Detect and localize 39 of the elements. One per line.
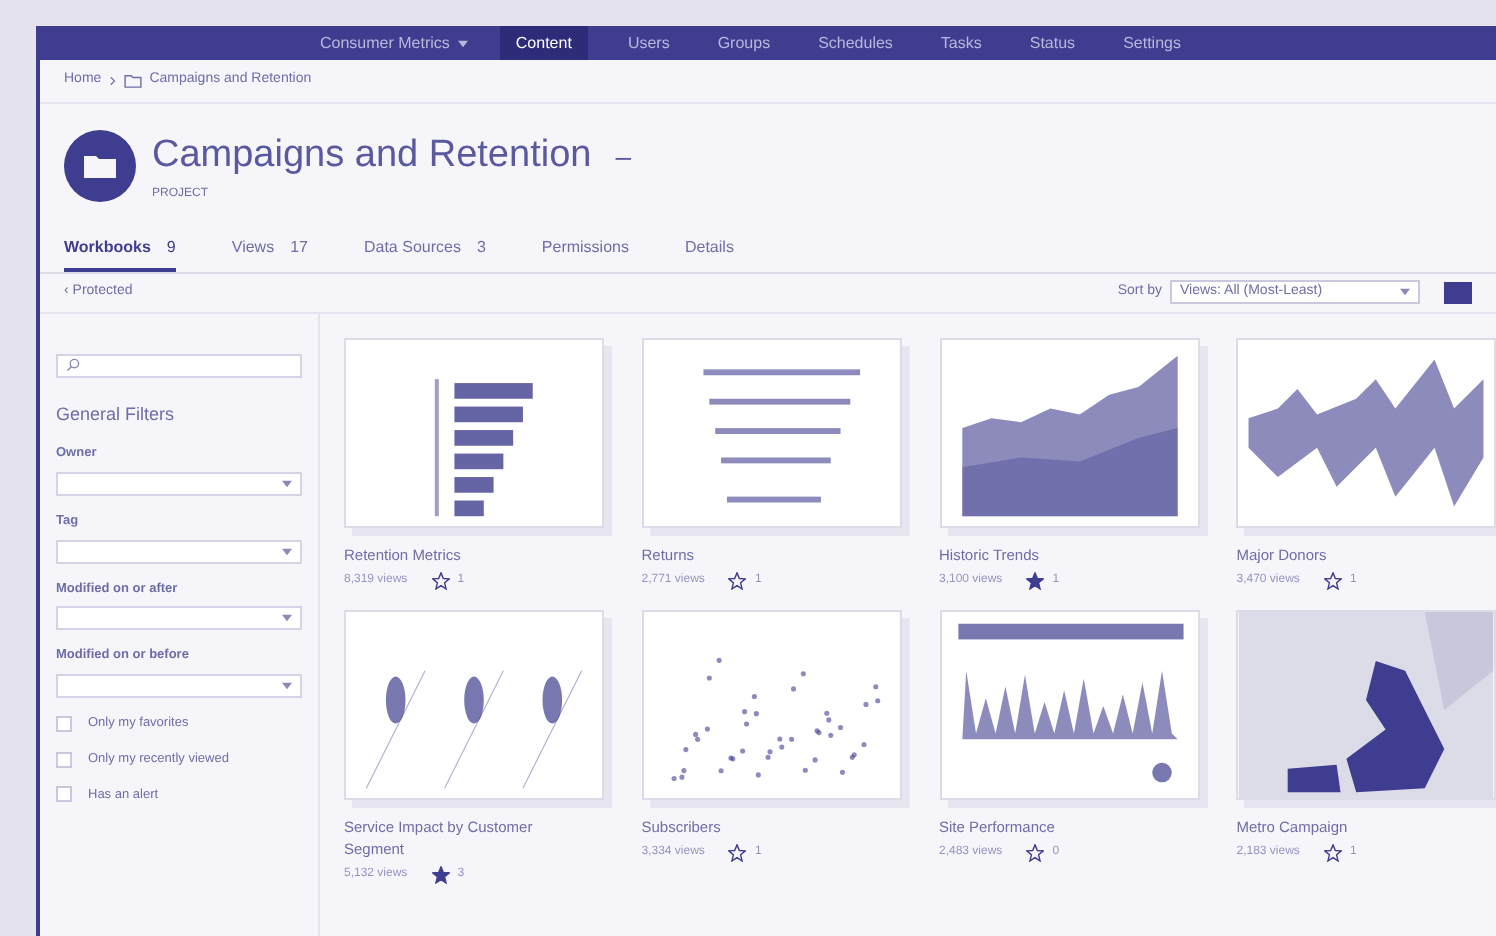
caret-icon — [1400, 288, 1410, 296]
tab[interactable]: Views 17 — [231, 235, 308, 271]
folder-icon — [84, 153, 116, 178]
tab[interactable]: Workbooks 9 — [64, 235, 176, 271]
nav-tab[interactable]: Settings — [1115, 31, 1189, 55]
caret-icon — [282, 547, 292, 555]
star-icon[interactable] — [1323, 844, 1342, 862]
grid-view-button[interactable] — [1444, 281, 1472, 303]
star-icon[interactable] — [1026, 844, 1045, 862]
site-selector[interactable]: Consumer Metrics — [320, 31, 468, 55]
caret-icon — [282, 682, 292, 690]
caret-icon — [282, 479, 292, 488]
folder-icon — [123, 74, 142, 88]
more-actions-button[interactable]: – — [615, 135, 631, 178]
nav-tab[interactable]: Groups — [709, 31, 779, 55]
star-icon[interactable] — [1323, 571, 1342, 590]
filters-heading: General Filters — [56, 401, 177, 427]
search-icon — [66, 358, 80, 372]
nav-tab[interactable]: Content — [499, 26, 588, 60]
project-title: Campaigns and Retention — [152, 132, 592, 180]
star-icon[interactable] — [728, 571, 747, 590]
checkbox[interactable] — [56, 751, 72, 768]
nav-tab[interactable]: Tasks — [932, 31, 990, 55]
nav-tab[interactable]: Users — [619, 31, 678, 55]
tab[interactable]: Details — [684, 235, 734, 271]
checkbox[interactable] — [56, 715, 72, 732]
star-icon[interactable] — [1026, 571, 1045, 590]
chevron-icon — [109, 76, 116, 86]
caret-icon — [282, 614, 292, 623]
tab[interactable]: Data Sources 3 — [363, 235, 486, 271]
checkbox[interactable] — [56, 786, 72, 803]
nav-tab[interactable]: Status — [1021, 31, 1084, 55]
star-icon[interactable] — [431, 866, 450, 885]
caret-icon — [457, 39, 468, 47]
nav-tab[interactable]: Schedules — [810, 31, 901, 55]
tab[interactable]: Permissions — [541, 235, 629, 271]
search-field[interactable] — [56, 353, 302, 377]
star-icon[interactable] — [431, 571, 450, 590]
star-icon[interactable] — [728, 844, 747, 862]
